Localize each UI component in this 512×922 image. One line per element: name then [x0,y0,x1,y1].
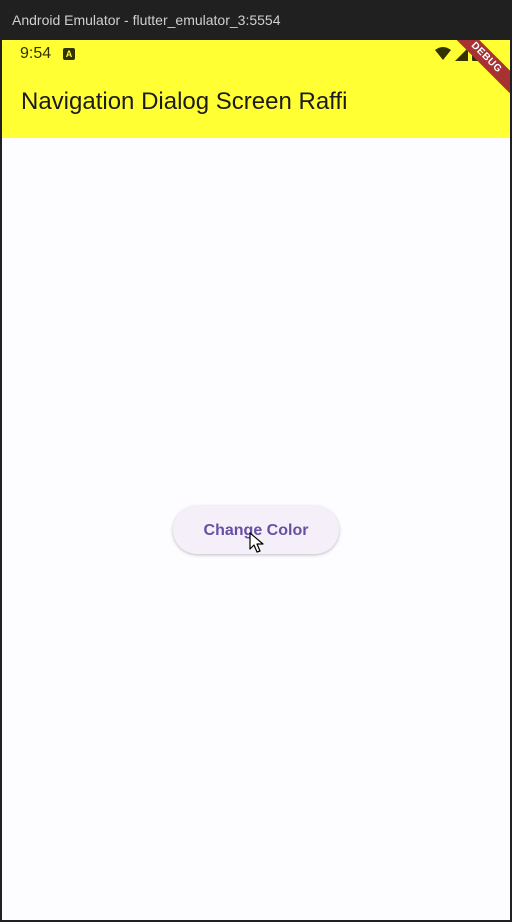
page-title: Navigation Dialog Screen Raffi [21,88,348,115]
wifi-icon [435,47,451,60]
window-title: Android Emulator - flutter_emulator_3:55… [12,12,281,28]
notification-icon: A [63,48,75,60]
phone-screen: 9:54 A Navigation Dialog Screen Raffi DE… [2,40,510,920]
app-bar: Navigation Dialog Screen Raffi [2,70,510,138]
emulator-window: Android Emulator - flutter_emulator_3:55… [0,0,512,922]
status-time: 9:54 [20,45,52,62]
emulator-titlebar: Android Emulator - flutter_emulator_3:55… [0,0,512,40]
mouse-cursor-icon [249,532,264,553]
status-bar: 9:54 A [2,40,510,70]
